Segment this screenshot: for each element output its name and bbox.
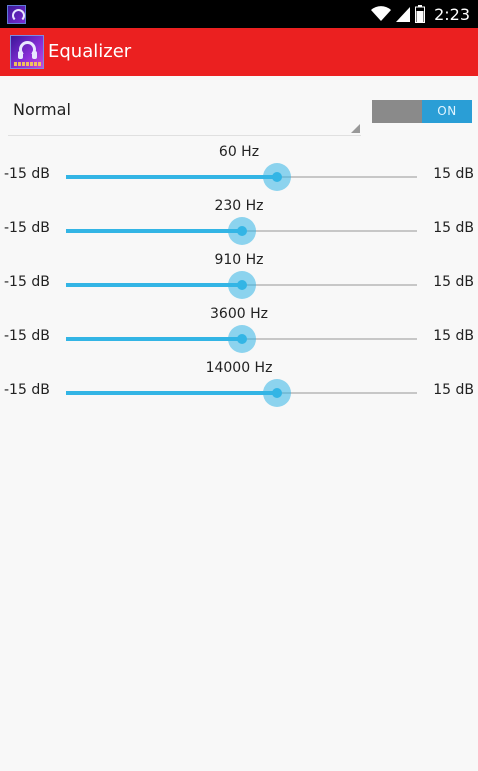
band-max-label: 15 dB <box>433 220 474 236</box>
preset-selected-label: Normal <box>13 100 71 119</box>
band-seekbar[interactable] <box>66 271 417 299</box>
headphones-logo-icon[interactable] <box>10 35 44 69</box>
seekbar-thumb[interactable] <box>262 379 291 407</box>
band-slider-row: 230 Hz -15 dB 15 dB <box>0 198 478 252</box>
band-seekbar[interactable] <box>66 217 417 245</box>
band-frequency-label: 60 Hz <box>218 144 260 160</box>
app-notification-icon <box>7 5 26 24</box>
band-max-label: 15 dB <box>433 274 474 290</box>
band-max-label: 15 dB <box>433 166 474 182</box>
status-bar: 2:23 <box>0 0 478 28</box>
seekbar-progress <box>66 175 277 179</box>
seekbar-thumb[interactable] <box>227 325 256 353</box>
band-seekbar[interactable] <box>66 379 417 407</box>
band-frequency-label: 230 Hz <box>214 198 264 214</box>
band-frequency-label: 3600 Hz <box>210 306 268 322</box>
toggle-on-label: ON <box>422 100 472 123</box>
band-min-label: -15 dB <box>4 274 50 290</box>
seekbar-progress <box>66 391 277 395</box>
spinner-arrow-icon <box>351 124 360 133</box>
battery-icon <box>415 5 426 23</box>
band-slider-row: 14000 Hz -15 dB 15 dB <box>0 360 478 414</box>
action-bar: Equalizer <box>0 28 478 76</box>
equalizer-toggle[interactable]: ON <box>372 100 472 123</box>
band-frequency-label: 14000 Hz <box>205 360 273 376</box>
seekbar-progress <box>66 283 242 287</box>
band-seekbar[interactable] <box>66 325 417 353</box>
seekbar-thumb[interactable] <box>262 163 291 191</box>
page-title: Equalizer <box>48 41 132 62</box>
band-min-label: -15 dB <box>4 382 50 398</box>
status-icons: 2:23 <box>371 4 470 24</box>
wifi-icon <box>371 6 392 21</box>
signal-icon <box>396 7 411 22</box>
band-min-label: -15 dB <box>4 220 50 236</box>
seekbar-progress <box>66 229 242 233</box>
seekbar-progress <box>66 337 242 341</box>
band-min-label: -15 dB <box>4 328 50 344</box>
seekbar-thumb[interactable] <box>227 217 256 245</box>
band-max-label: 15 dB <box>433 328 474 344</box>
preset-spinner[interactable]: Normal <box>8 88 361 136</box>
band-max-label: 15 dB <box>433 382 474 398</box>
seekbar-thumb[interactable] <box>227 271 256 299</box>
band-slider-row: 910 Hz -15 dB 15 dB <box>0 252 478 306</box>
band-min-label: -15 dB <box>4 166 50 182</box>
band-slider-row: 3600 Hz -15 dB 15 dB <box>0 306 478 360</box>
band-frequency-label: 910 Hz <box>214 252 264 268</box>
clock: 2:23 <box>434 4 470 24</box>
band-seekbar[interactable] <box>66 163 417 191</box>
band-slider-row: 60 Hz -15 dB 15 dB <box>0 144 478 198</box>
